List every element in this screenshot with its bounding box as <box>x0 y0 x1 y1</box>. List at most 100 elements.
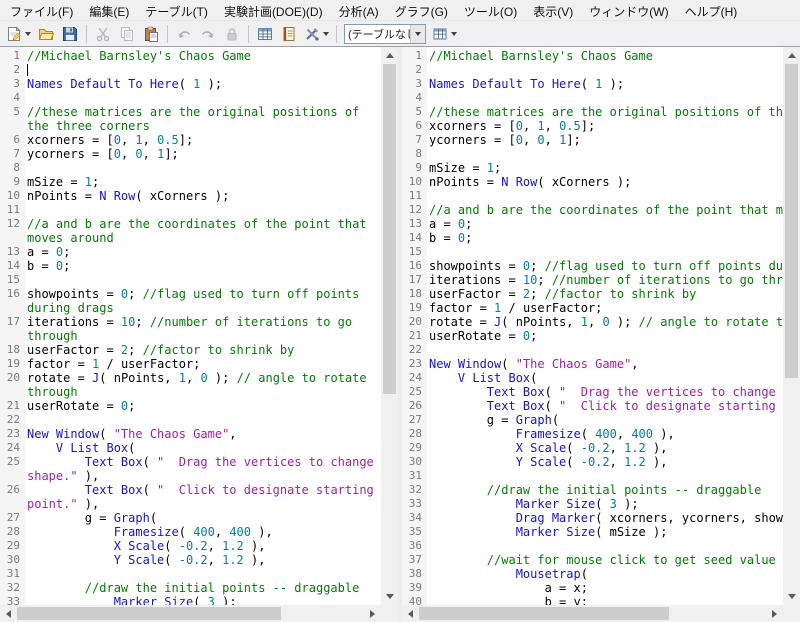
code-line[interactable]: 32 //draw the initial points -- draggabl… <box>402 483 783 497</box>
code-line-text[interactable]: New Window( "The Chaos Game", <box>427 357 783 371</box>
code-line-text[interactable] <box>25 63 381 77</box>
left-hscroll-right-button[interactable] <box>364 605 381 622</box>
code-line[interactable]: 9mSize = 1; <box>402 161 783 175</box>
code-line-text[interactable]: New Window( "The Chaos Game", <box>25 427 381 441</box>
right-hscroll-right-button[interactable] <box>766 605 783 622</box>
code-line[interactable]: 19factor = 1 / userFactor; <box>402 301 783 315</box>
code-line[interactable]: 28 Framesize( 400, 400 ), <box>402 427 783 441</box>
code-line[interactable]: 31 <box>0 567 381 581</box>
left-horizontal-scrollbar[interactable] <box>0 605 381 622</box>
run-script-button[interactable] <box>301 23 332 45</box>
code-line[interactable]: 7ycorners = [0, 0, 1]; <box>402 133 783 147</box>
right-vertical-scrollbar[interactable] <box>783 47 800 605</box>
code-line[interactable]: 2 <box>0 63 381 77</box>
code-line-text[interactable]: Text Box( " Click to designate starting … <box>25 483 381 511</box>
code-line-text[interactable]: userRotate = 0; <box>25 399 381 413</box>
right-hscroll-left-button[interactable] <box>402 605 419 622</box>
table-list-button[interactable] <box>429 23 460 45</box>
journal-button[interactable] <box>277 23 301 45</box>
code-line[interactable]: 1//Michael Barnsley's Chaos Game <box>402 49 783 63</box>
left-hscroll-track[interactable] <box>17 605 364 622</box>
code-line[interactable]: 28 Framesize( 400, 400 ), <box>0 525 381 539</box>
code-line-text[interactable] <box>25 161 381 175</box>
code-line-text[interactable]: Y Scale( -0.2, 1.2 ), <box>25 553 381 567</box>
code-line-text[interactable] <box>25 413 381 427</box>
code-line[interactable]: 23New Window( "The Chaos Game", <box>402 357 783 371</box>
copy-button[interactable] <box>115 23 139 45</box>
code-line-text[interactable]: ycorners = [0, 0, 1]; <box>427 133 783 147</box>
code-line-text[interactable]: xcorners = [0, 1, 0.5]; <box>25 133 381 147</box>
code-line-text[interactable] <box>427 63 783 77</box>
code-line-text[interactable]: g = Graph( <box>25 511 381 525</box>
code-line[interactable]: 18userFactor = 2; //factor to shrink by <box>402 287 783 301</box>
code-line[interactable]: 10nPoints = N Row( xCorners ); <box>0 189 381 203</box>
code-line-text[interactable]: ycorners = [0, 0, 1]; <box>25 147 381 161</box>
menu-item-8[interactable]: ウィンドウ(W) <box>581 0 676 20</box>
open-button[interactable] <box>34 23 58 45</box>
data-table-button[interactable] <box>253 23 277 45</box>
code-line-text[interactable] <box>427 539 783 553</box>
code-line-text[interactable]: //these matrices are the original positi… <box>25 105 381 133</box>
code-line-text[interactable]: //these matrices are the original positi… <box>427 105 783 119</box>
menu-item-7[interactable]: 表示(V) <box>525 0 581 20</box>
code-line-text[interactable]: userFactor = 2; //factor to shrink by <box>25 343 381 357</box>
code-line-text[interactable]: a = 0; <box>25 245 381 259</box>
code-line[interactable]: 17iterations = 10; //number of iteration… <box>0 315 381 343</box>
code-line-text[interactable]: V List Box( <box>25 441 381 455</box>
code-line[interactable]: 8 <box>402 147 783 161</box>
code-line-text[interactable]: Framesize( 400, 400 ), <box>427 427 783 441</box>
code-line[interactable]: 27 g = Graph( <box>402 413 783 427</box>
code-line-text[interactable]: b = 0; <box>427 231 783 245</box>
code-line[interactable]: 9mSize = 1; <box>0 175 381 189</box>
code-line-text[interactable]: iterations = 10; //number of iterations … <box>25 315 381 343</box>
code-line-text[interactable]: rotate = J( nPoints, 1, 0 ); // angle to… <box>25 371 381 399</box>
code-line[interactable]: 5//these matrices are the original posit… <box>402 105 783 119</box>
code-line[interactable]: 40 b = y; <box>402 595 783 605</box>
code-line[interactable]: 24 V List Box( <box>0 441 381 455</box>
left-hscroll-left-button[interactable] <box>0 605 17 622</box>
code-line-text[interactable]: nPoints = N Row( xCorners ); <box>427 175 783 189</box>
code-line[interactable]: 31 <box>402 469 783 483</box>
code-line-text[interactable]: Text Box( " Drag the vertices to change … <box>25 455 381 483</box>
code-line[interactable]: 6xcorners = [0, 1, 0.5]; <box>0 133 381 147</box>
code-line-text[interactable]: Marker Size( mSize ); <box>427 525 783 539</box>
code-line[interactable]: 24 V List Box( <box>402 371 783 385</box>
code-line-text[interactable]: b = y; <box>427 595 783 605</box>
redo-button[interactable] <box>196 23 220 45</box>
code-line-text[interactable]: //Michael Barnsley's Chaos Game <box>25 49 381 63</box>
code-line[interactable]: 16showpoints = 0; //flag used to turn of… <box>0 287 381 315</box>
code-line-text[interactable]: a = 0; <box>427 217 783 231</box>
code-line[interactable]: 34 Drag Marker( xcorners, ycorners, show… <box>402 511 783 525</box>
right-vscroll-thumb[interactable] <box>785 64 798 378</box>
code-line[interactable]: 25 Text Box( " Drag the vertices to chan… <box>0 455 381 483</box>
right-vscroll-down-button[interactable] <box>783 588 800 605</box>
code-line-text[interactable]: //a and b are the coordinates of the poi… <box>25 217 381 245</box>
code-line[interactable]: 21userRotate = 0; <box>0 399 381 413</box>
code-line[interactable]: 35 Marker Size( mSize ); <box>402 525 783 539</box>
code-line[interactable]: 12//a and b are the coordinates of the p… <box>402 203 783 217</box>
code-line[interactable]: 20rotate = J( nPoints, 1, 0 ); // angle … <box>402 315 783 329</box>
code-line-text[interactable]: factor = 1 / userFactor; <box>25 357 381 371</box>
code-line-text[interactable]: b = 0; <box>25 259 381 273</box>
code-line-text[interactable]: Marker Size( 3 ); <box>25 595 381 605</box>
code-line[interactable]: 14b = 0; <box>0 259 381 273</box>
paste-button[interactable] <box>139 23 163 45</box>
code-line[interactable]: 12//a and b are the coordinates of the p… <box>0 217 381 245</box>
menu-item-4[interactable]: 分析(A) <box>331 0 387 20</box>
code-line[interactable]: 10nPoints = N Row( xCorners ); <box>402 175 783 189</box>
code-line[interactable]: 15 <box>402 245 783 259</box>
code-line[interactable]: 1//Michael Barnsley's Chaos Game <box>0 49 381 63</box>
code-line[interactable]: 20rotate = J( nPoints, 1, 0 ); // angle … <box>0 371 381 399</box>
code-line[interactable]: 3Names Default To Here( 1 ); <box>0 77 381 91</box>
code-line-text[interactable]: userFactor = 2; //factor to shrink by <box>427 287 783 301</box>
code-line-text[interactable]: rotate = J( nPoints, 1, 0 ); // angle to… <box>427 315 783 329</box>
code-line-text[interactable]: //wait for mouse click to get seed value <box>427 553 783 567</box>
code-line[interactable]: 22 <box>402 343 783 357</box>
code-line-text[interactable]: V List Box( <box>427 371 783 385</box>
code-line-text[interactable]: //draw the initial points -- draggable <box>427 483 783 497</box>
code-line[interactable]: 33 Marker Size( 3 ); <box>402 497 783 511</box>
code-line[interactable]: 26 Text Box( " Click to designate starti… <box>402 399 783 413</box>
code-line[interactable]: 11 <box>402 189 783 203</box>
code-line-text[interactable]: nPoints = N Row( xCorners ); <box>25 189 381 203</box>
chevron-down-icon[interactable] <box>410 25 425 43</box>
